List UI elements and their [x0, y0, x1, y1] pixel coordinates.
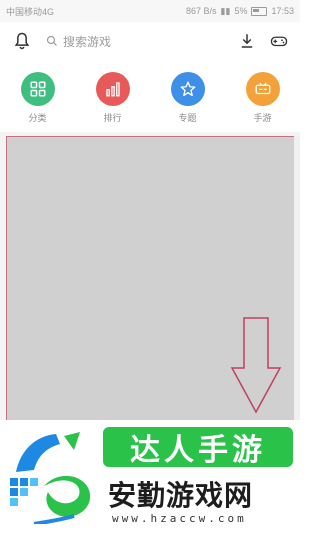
star-icon: [180, 81, 195, 97]
category-label: 排行: [103, 113, 122, 123]
network-speed: 867 B/s: [186, 6, 217, 16]
watermark: 达人手游 安勤游戏网 www.hzaccw.com: [0, 420, 300, 533]
search-icon: [46, 35, 57, 46]
battery-icon: [251, 6, 268, 16]
screen: 中国移动4G 867 B/s ▮▮ 5% 17:53 搜索游戏 分类 排行 专题…: [0, 0, 300, 533]
watermark-url: www.hzaccw.com: [112, 512, 247, 525]
site-logo-icon: [10, 432, 91, 524]
category-label: 专题: [178, 113, 197, 123]
search-placeholder: 搜索游戏: [63, 34, 112, 49]
search-bar[interactable]: 搜索游戏: [46, 33, 224, 50]
category-item-ranking[interactable]: 排行: [83, 72, 143, 124]
category-icon-circle: [245, 72, 280, 106]
top-toolbar: 搜索游戏: [0, 22, 300, 60]
category-icon-circle: [20, 72, 55, 106]
category-icon-circle: [95, 72, 130, 106]
watermark-site-name: 安勤游戏网: [108, 479, 254, 512]
status-right: 867 B/s ▮▮ 5% 17:53: [186, 6, 294, 17]
download-icon[interactable]: [238, 32, 256, 50]
category-item-mobile-games[interactable]: 手游: [233, 72, 293, 124]
gamepad-icon[interactable]: [270, 32, 288, 50]
grid-icon: [30, 81, 45, 97]
gamepad-icon: [255, 82, 270, 95]
battery-percent: 5%: [234, 6, 248, 16]
carrier-label: 中国移动4G: [6, 6, 55, 17]
signal-icon: ▮▮: [220, 5, 231, 16]
down-arrow-icon: [230, 317, 282, 414]
category-label: 手游: [253, 113, 272, 123]
watermark-banner: 达人手游: [103, 427, 293, 468]
right-edge-strip: [294, 136, 300, 436]
category-label: 分类: [28, 113, 47, 123]
category-item-classify[interactable]: 分类: [8, 72, 68, 124]
category-item-topics[interactable]: 专题: [158, 72, 218, 124]
category-icon-circle: [170, 72, 205, 106]
bell-icon[interactable]: [12, 31, 32, 51]
category-row: 分类 排行 专题 手游: [0, 60, 300, 132]
ranking-bars-icon: [105, 82, 120, 97]
status-bar: 中国移动4G 867 B/s ▮▮ 5% 17:53: [0, 0, 300, 22]
clock: 17:53: [271, 6, 294, 16]
